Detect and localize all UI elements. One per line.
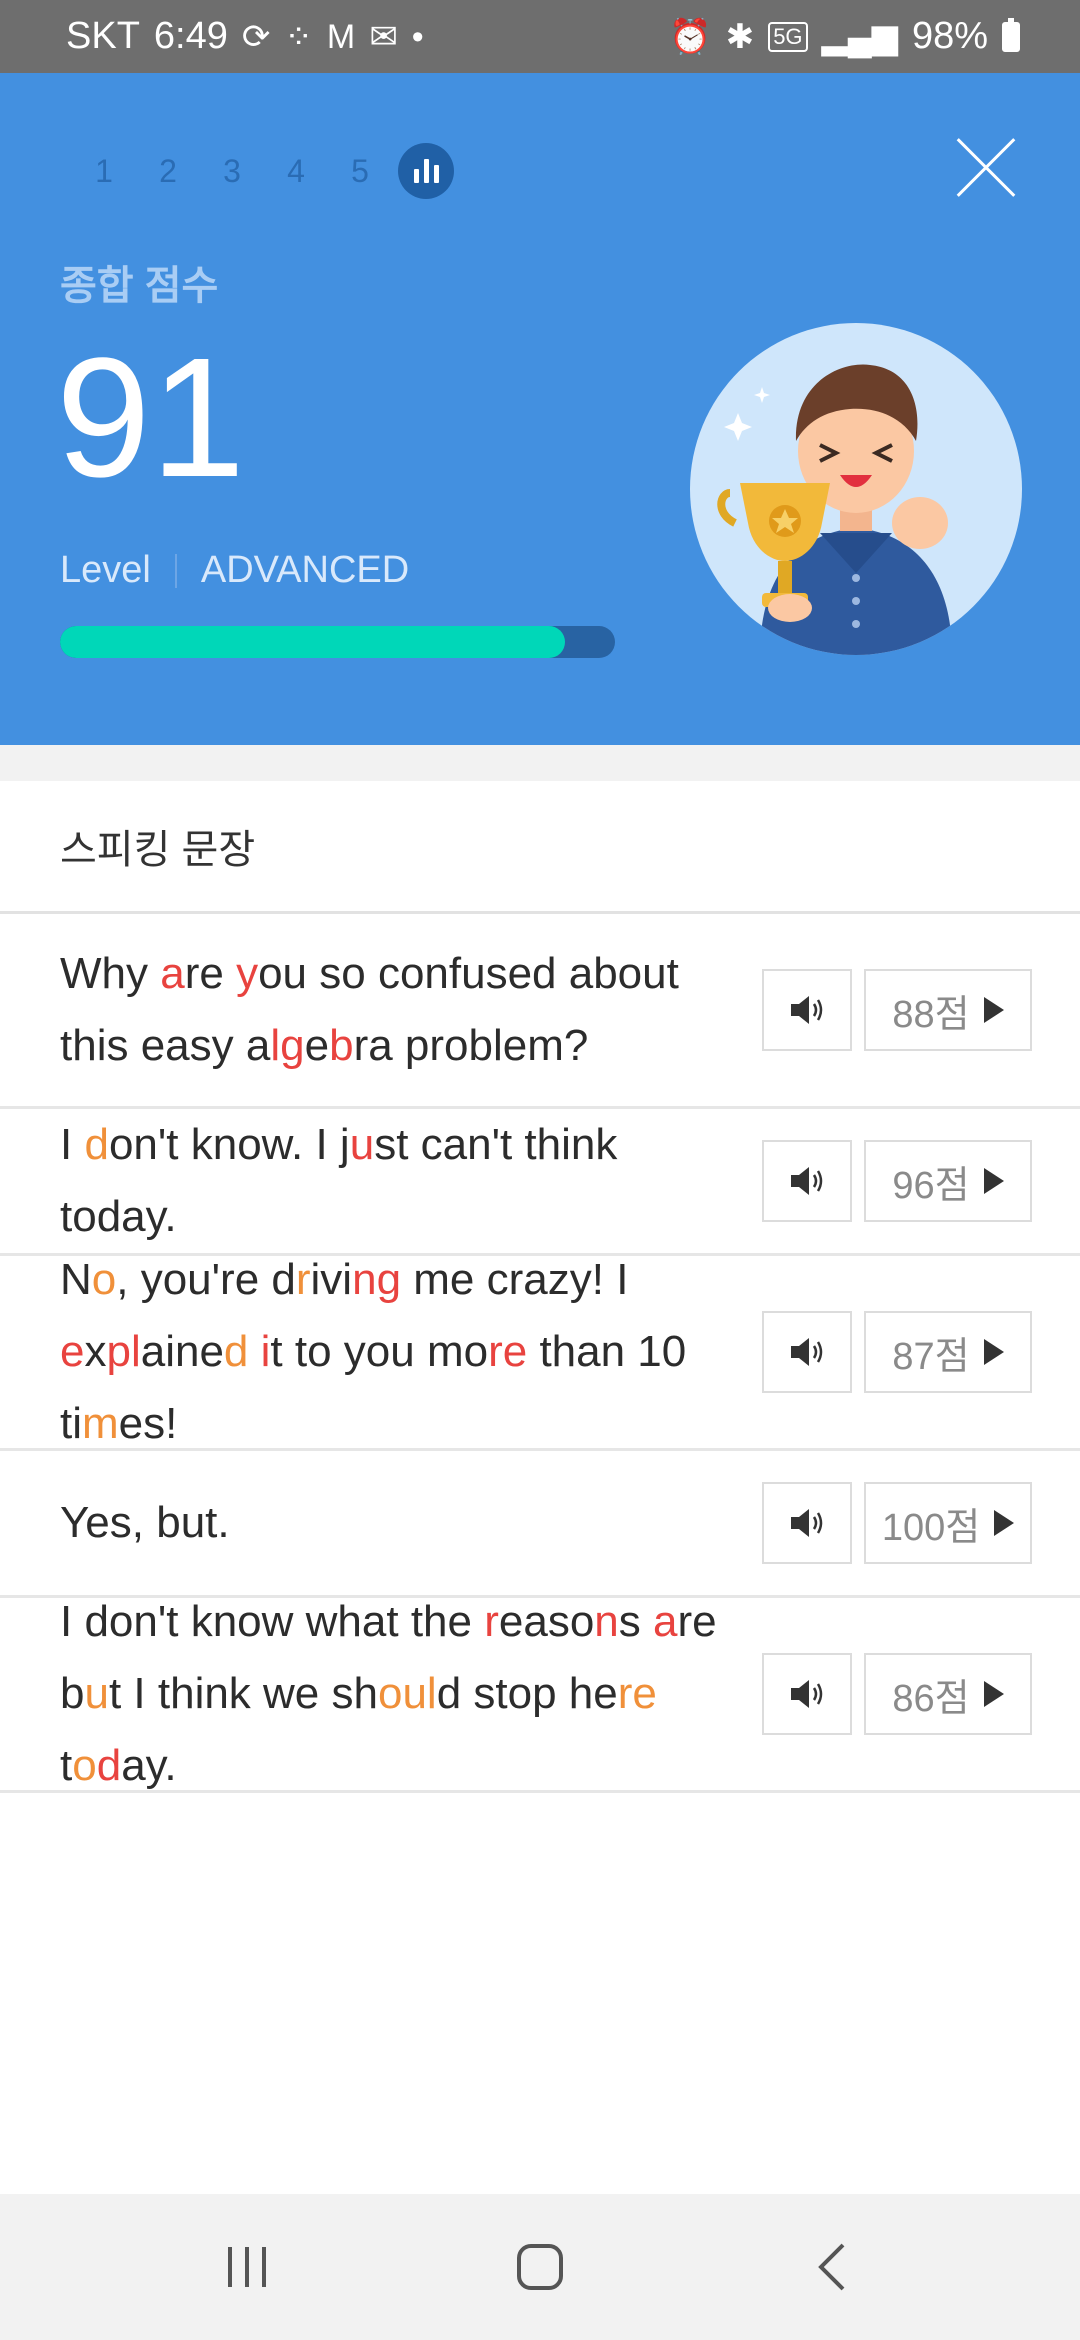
sentence-score-button[interactable]: 86점 [864,1653,1032,1735]
gmail-icon: M [326,17,356,56]
total-score-label: 종합 점수 [60,264,219,308]
level-label: Level [60,549,151,591]
step-tab-5[interactable]: 5 [328,153,392,190]
list-item: I don't know. I just can't think today. … [0,1109,1080,1256]
sentence-score: 100점 [881,1506,981,1549]
carrier-label: SKT [66,15,140,57]
signal-icon: ▂▄▆ [821,17,898,56]
back-icon[interactable] [793,2227,873,2307]
level-value: ADVANCED [200,549,410,591]
close-icon[interactable] [952,135,1018,201]
play-audio-button[interactable] [762,1311,852,1393]
play-triangle-icon [983,997,1004,1023]
play-triangle-icon [983,1339,1004,1365]
status-bar: SKT 6:49 ⟳ ⁘ M ✉ • ⏰ ✱ 5G ▂▄▆ 98% [0,0,1080,73]
speaker-icon [791,1509,823,1537]
app-notification-icon: ⁘ [284,17,313,56]
sentence-score-button[interactable]: 88점 [864,969,1032,1051]
battery-percent: 98% [911,15,988,57]
score-progress-fill [60,626,566,658]
play-audio-button[interactable] [762,1482,852,1564]
list-item: Yes, but. 100점 [0,1451,1080,1598]
play-triangle-icon [983,1681,1004,1707]
speaker-icon [791,1167,823,1195]
screen: SKT 6:49 ⟳ ⁘ M ✉ • ⏰ ✱ 5G ▂▄▆ 98% 1 2 3 … [0,0,1080,2340]
speaker-icon [791,996,823,1024]
battery-icon [1002,17,1020,52]
list-item: Why are you so confused about this easy … [0,914,1080,1109]
mail-icon: ✉ [369,17,398,56]
play-audio-button[interactable] [762,969,852,1051]
play-triangle-icon [994,1510,1015,1536]
sentence-score: 88점 [892,993,970,1036]
trophy-character-illustration [690,323,1022,655]
total-score: 91 [56,323,246,513]
step-tabs: 1 2 3 4 5 [72,143,454,199]
sentence-score-button[interactable]: 100점 [864,1482,1032,1564]
sentence-text: No, you're driving me crazy! I explained… [60,1255,687,1448]
sentence-text: Yes, but. [60,1498,230,1547]
clock: 6:49 [153,15,228,57]
section-title: 스피킹 문장 [0,781,1080,914]
bar-chart-icon[interactable] [398,143,454,199]
step-tab-3[interactable]: 3 [200,153,264,190]
level-divider [174,553,177,588]
bluetooth-icon: ✱ [725,17,755,56]
play-triangle-icon [983,1168,1004,1194]
list-item: I don't know what the reasons are but I … [0,1597,1080,1793]
play-audio-button[interactable] [762,1653,852,1735]
sentence-score: 87점 [892,1335,970,1378]
sentence-score: 86점 [892,1677,970,1720]
network-type-badge: 5G [768,21,808,52]
speaking-sentence-list: 스피킹 문장 Why are you so confused about thi… [0,781,1080,2194]
sentence-text: I don't know. I just can't think today. [60,1120,618,1241]
step-tab-2[interactable]: 2 [136,153,200,190]
recent-apps-icon[interactable] [207,2227,287,2307]
sentence-text: Why are you so confused about this easy … [60,949,679,1070]
step-tab-4[interactable]: 4 [264,153,328,190]
step-tab-1[interactable]: 1 [72,153,136,190]
play-audio-button[interactable] [762,1140,852,1222]
sentence-score-button[interactable]: 87점 [864,1311,1032,1393]
more-notifications-icon: • [411,17,424,56]
home-icon[interactable] [500,2227,580,2307]
result-header: 1 2 3 4 5 종합 점수 91 Level ADVANCED [0,73,1080,745]
sync-icon: ⟳ [241,17,271,56]
sentence-score: 96점 [892,1164,970,1207]
level-row: Level ADVANCED [60,549,409,592]
sentence-score-button[interactable]: 96점 [864,1140,1032,1222]
sentence-text: I don't know what the reasons are but I … [60,1597,717,1790]
speaker-icon [791,1680,823,1708]
list-item: No, you're driving me crazy! I explained… [0,1255,1080,1451]
score-progress-bar [60,626,615,658]
system-nav-bar [0,2194,1080,2340]
speaker-icon [791,1338,823,1366]
alarm-icon: ⏰ [669,17,712,56]
